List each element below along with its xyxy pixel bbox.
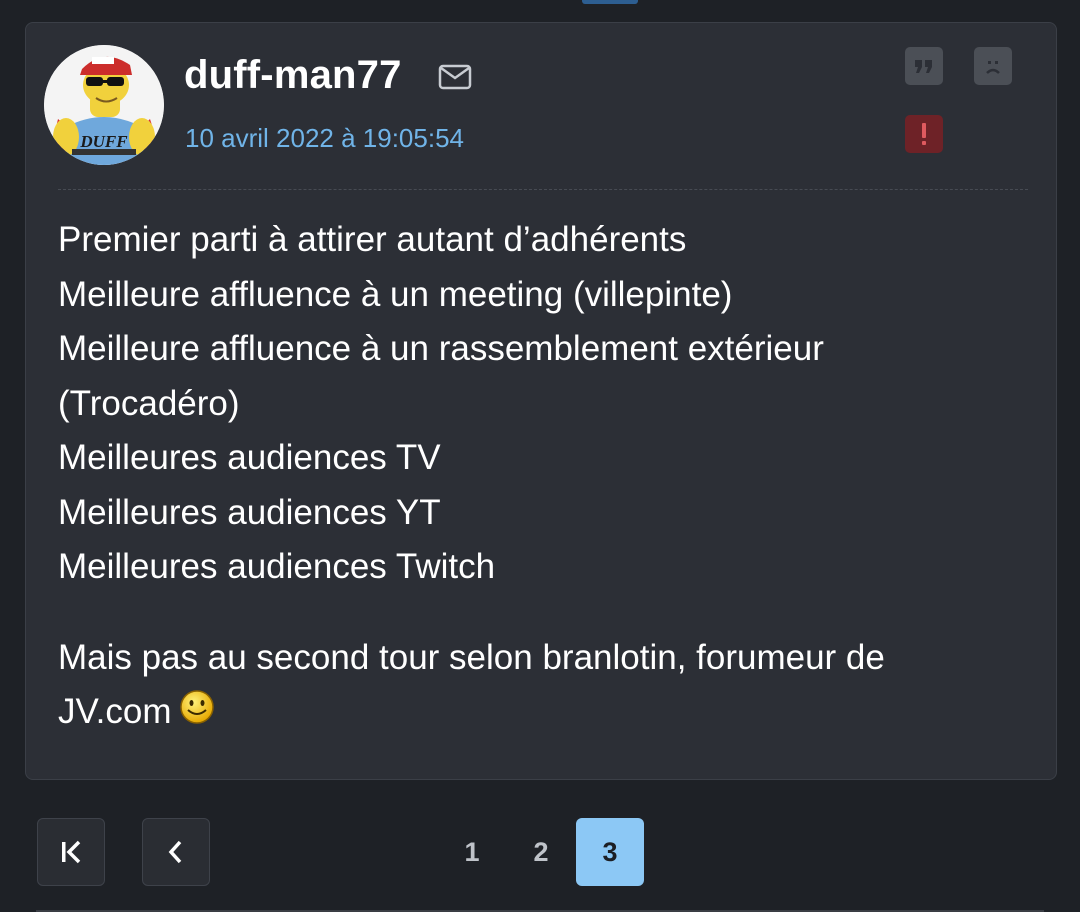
author-username[interactable]: duff-man77 [184, 53, 402, 98]
mail-icon[interactable] [438, 63, 472, 91]
avatar[interactable]: DUFF [44, 45, 164, 165]
sad-face-icon [986, 61, 1000, 74]
post-line: Premier parti à attirer autant d’adhéren… [58, 220, 687, 259]
smiley-icon [179, 687, 215, 742]
exclamation-icon [922, 123, 926, 145]
post-line: Meilleures audiences TV [58, 438, 441, 477]
private-message-button[interactable] [974, 47, 1012, 85]
page-link-3-current[interactable]: 3 [576, 818, 644, 886]
post-line: Mais pas au second tour selon branlotin,… [58, 637, 885, 677]
avatar-logo-text: DUFF [79, 132, 128, 151]
post-line: Meilleures audiences YT [58, 492, 441, 532]
post-line: Meilleure affluence à un rassemblement e… [58, 329, 824, 368]
quote-button[interactable] [905, 47, 943, 85]
post-line-text: JV.com [58, 692, 172, 731]
page-link-1[interactable]: 1 [438, 818, 506, 886]
first-page-button[interactable] [37, 818, 105, 886]
previous-page-button[interactable] [142, 818, 210, 886]
report-button[interactable] [905, 115, 943, 153]
post-line: Meilleures audiences Twitch [58, 547, 496, 586]
post-line-last: JV.com [58, 685, 1018, 742]
avatar-image: DUFF [44, 45, 164, 165]
chevron-left-icon [168, 840, 182, 864]
post-date[interactable]: 10 avril 2022 à 19:05:54 [185, 123, 464, 154]
first-page-icon [62, 840, 81, 864]
top-tab-indicator [582, 0, 638, 4]
quote-icon [915, 60, 932, 73]
post-line: Meilleure affluence à un meeting (villep… [58, 274, 733, 314]
post-line: (Trocadéro) [58, 383, 240, 423]
post-body: Premier parti à attirer autant d’adhéren… [58, 213, 1018, 742]
page-link-2[interactable]: 2 [507, 818, 575, 886]
forum-post: DUFF duff-man77 10 avril 2022 à 19:05:54… [25, 22, 1057, 780]
header-separator [58, 189, 1028, 190]
